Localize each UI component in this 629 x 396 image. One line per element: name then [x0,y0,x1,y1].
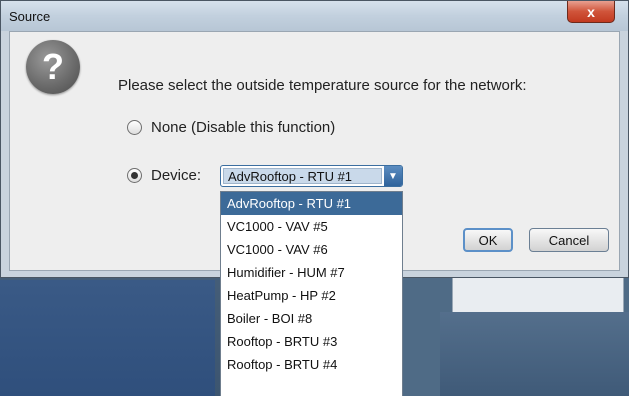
dropdown-item[interactable]: HeatPump - HP #2 [221,284,402,307]
dropdown-item[interactable]: Rooftop - BRTU #3 [221,330,402,353]
radio-device-label: Device: [151,167,202,184]
background-window-panel [452,272,624,313]
prompt-text: Please select the outside temperature so… [118,77,527,94]
dropdown-item[interactable]: VC1000 - VAV #6 [221,238,402,261]
dropdown-item[interactable]: Boiler - BOI #8 [221,307,402,330]
chevron-down-icon[interactable]: ▼ [384,166,402,186]
radio-none-label: None (Disable this function) [151,119,336,136]
close-button[interactable]: x [567,1,615,23]
background-window-strip [440,312,629,396]
dropdown-item[interactable]: Rooftop - BRTU #4 [221,353,402,376]
close-icon: x [587,3,595,20]
dropdown-item[interactable]: AdvRooftop - RTU #1 [221,192,402,215]
device-select-value: AdvRooftop - RTU #1 [223,168,382,184]
desktop-area [0,280,215,396]
dropdown-item[interactable]: Humidifier - HUM #7 [221,261,402,284]
question-icon: ? [26,40,80,94]
title-bar[interactable]: Source x [1,1,628,31]
cancel-button[interactable]: Cancel [529,228,609,252]
radio-device[interactable]: Device: [127,167,201,184]
radio-none[interactable]: None (Disable this function) [127,119,335,136]
ok-button[interactable]: OK [463,228,513,252]
radio-device-indicator[interactable] [127,168,142,183]
window-title: Source [9,9,51,24]
radio-none-indicator[interactable] [127,120,142,135]
device-select[interactable]: AdvRooftop - RTU #1 ▼ [220,165,403,187]
device-dropdown-list: AdvRooftop - RTU #1 VC1000 - VAV #5 VC10… [220,191,403,396]
dropdown-item[interactable]: VC1000 - VAV #5 [221,215,402,238]
